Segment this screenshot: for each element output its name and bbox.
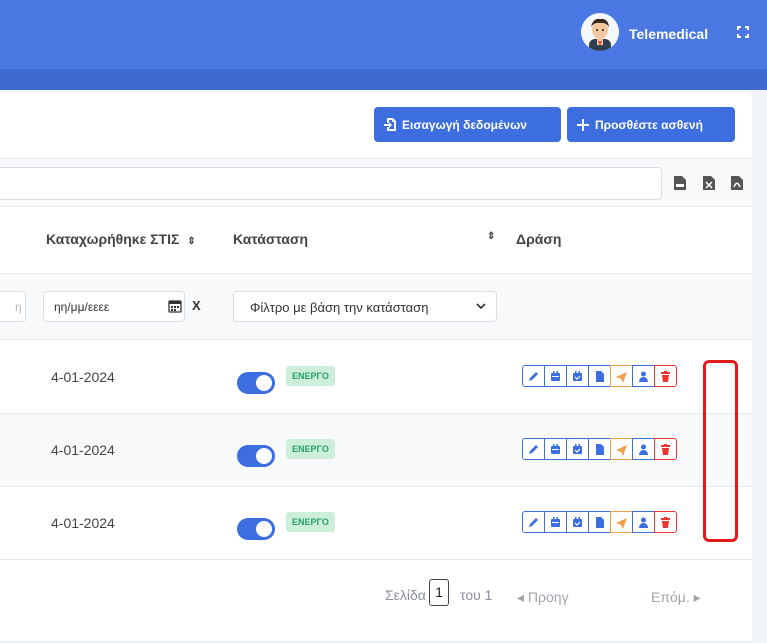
page-label: Σελίδα (385, 587, 426, 603)
send-icon (616, 444, 627, 456)
trash-button[interactable] (654, 511, 677, 533)
file-button[interactable] (588, 511, 611, 533)
trash-icon (661, 443, 670, 455)
send-button[interactable] (610, 511, 633, 533)
edit-button[interactable] (522, 365, 545, 387)
send-button[interactable] (610, 365, 633, 387)
user-button[interactable] (632, 511, 655, 533)
registered-date: 4-01-2024 (51, 442, 115, 458)
status-badge: ΕΝΕΡΓΟ (286, 439, 335, 459)
status-toggle[interactable] (237, 445, 275, 467)
column-header-status[interactable]: Κατάσταση (233, 231, 308, 247)
column-header-registered[interactable]: Καταχωρήθηκε ΣΤΙΣ ⇕ (46, 231, 196, 247)
status-toggle[interactable] (237, 518, 275, 540)
chevron-down-icon (476, 303, 486, 310)
calendar-check-button[interactable] (566, 365, 589, 387)
table-row: 4-01-2024 ΕΝΕΡΓΟ (0, 487, 752, 560)
import-icon (384, 118, 396, 131)
fullscreen-icon[interactable] (735, 24, 751, 40)
calendar-check-icon (573, 516, 582, 527)
import-data-label: Εισαγωγή δεδομένων (402, 117, 527, 132)
edit-button[interactable] (522, 511, 545, 533)
name-filter-input[interactable]: η (0, 291, 26, 322)
user-icon (639, 517, 648, 528)
registered-header-label: Καταχωρήθηκε ΣΤΙΣ (46, 231, 180, 247)
import-data-button[interactable]: Εισαγωγή δεδομένων (374, 107, 561, 142)
row-actions (522, 438, 677, 460)
plus-icon (577, 118, 589, 131)
top-bar-band (0, 69, 767, 90)
file-icon (596, 443, 604, 455)
calendar-check-button[interactable] (566, 438, 589, 460)
status-select-placeholder: Φίλτρο με βάση την κατάσταση (250, 300, 429, 315)
brand-name[interactable]: Telemedical (629, 26, 708, 42)
send-button[interactable] (610, 438, 633, 460)
top-bar: Telemedical (0, 0, 767, 90)
column-header-action: Δράση (516, 231, 562, 247)
calendar-icon (551, 443, 560, 454)
user-button[interactable] (632, 365, 655, 387)
search-input[interactable] (0, 167, 662, 200)
send-icon (616, 371, 627, 383)
trash-icon (661, 370, 670, 382)
calendar-check-icon (573, 370, 582, 381)
add-patient-button[interactable]: Προσθέστε ασθενή (567, 107, 735, 142)
delete-column-highlight (703, 360, 738, 542)
trash-button[interactable] (654, 438, 677, 460)
edit-icon (529, 444, 538, 454)
calendar-icon (551, 516, 560, 527)
prev-page-button[interactable]: ◂ Προηγ (517, 589, 569, 606)
add-patient-label: Προσθέστε ασθενή (595, 117, 703, 132)
edit-icon (529, 517, 538, 527)
row-actions (522, 365, 677, 387)
excel-export-icon[interactable] (703, 176, 715, 190)
page-total-label: του 1 (460, 587, 493, 603)
user-icon (639, 371, 648, 382)
registered-date: 4-01-2024 (51, 515, 115, 531)
file-icon (596, 370, 604, 382)
file-button[interactable] (588, 438, 611, 460)
calendar-icon (551, 370, 560, 381)
calendar-button[interactable] (544, 511, 567, 533)
user-icon (639, 444, 648, 455)
calendar-button[interactable] (544, 365, 567, 387)
pagination: Σελίδα 1 του 1 ◂ Προηγ Επόμ. ▸ (0, 559, 752, 641)
date-filter-input[interactable]: ηη/μμ/εεεε (43, 291, 185, 322)
pdf-export-icon[interactable] (731, 176, 743, 190)
filter-row: η ηη/μμ/εεεε X Φίλτρο με βάση την κατάστ… (0, 274, 752, 340)
status-badge: ΕΝΕΡΓΟ (286, 512, 335, 532)
clear-date-button[interactable]: X (192, 298, 201, 313)
row-actions (522, 511, 677, 533)
user-button[interactable] (632, 438, 655, 460)
edit-button[interactable] (522, 438, 545, 460)
next-page-button[interactable]: Επόμ. ▸ (651, 589, 701, 606)
page-number-input[interactable]: 1 (429, 579, 449, 606)
sort-icon[interactable]: ⇕ (187, 236, 195, 247)
table-row: 4-01-2024 ΕΝΕΡΓΟ (0, 414, 752, 487)
user-avatar[interactable] (581, 13, 619, 51)
file-icon (596, 516, 604, 528)
trash-button[interactable] (654, 365, 677, 387)
registered-date: 4-01-2024 (51, 369, 115, 385)
calendar-button[interactable] (544, 438, 567, 460)
csv-export-icon[interactable] (674, 176, 686, 190)
send-icon (616, 517, 627, 529)
status-toggle[interactable] (237, 372, 275, 394)
date-placeholder: ηη/μμ/εεεε (54, 300, 110, 314)
table-header: Καταχωρήθηκε ΣΤΙΣ ⇕ Κατάσταση ⇕ Δράση (0, 207, 752, 274)
search-bar (0, 159, 752, 207)
edit-icon (529, 371, 538, 381)
card-header: Εισαγωγή δεδομένων Προσθέστε ασθενή (0, 92, 752, 159)
file-button[interactable] (588, 365, 611, 387)
status-filter-select[interactable]: Φίλτρο με βάση την κατάσταση (233, 291, 497, 322)
calendar-icon[interactable] (168, 299, 182, 313)
sort-icon[interactable]: ⇕ (487, 231, 495, 242)
trash-icon (661, 516, 670, 528)
calendar-check-button[interactable] (566, 511, 589, 533)
status-badge: ΕΝΕΡΓΟ (286, 366, 335, 386)
calendar-check-icon (573, 443, 582, 454)
table-row: 4-01-2024 ΕΝΕΡΓΟ (0, 341, 752, 414)
patients-card: Εισαγωγή δεδομένων Προσθέστε ασθενή Κατα… (0, 92, 752, 641)
